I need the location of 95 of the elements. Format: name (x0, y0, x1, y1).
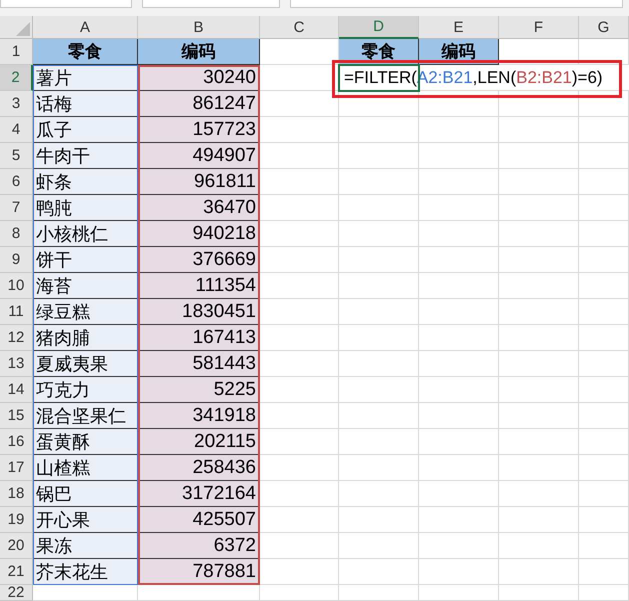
table-cell: 376669 (138, 247, 260, 273)
column-header[interactable]: A (33, 16, 138, 39)
row-header[interactable]: 5 (0, 143, 33, 169)
empty-cell (579, 533, 629, 559)
column-header[interactable]: D (339, 16, 419, 39)
table-cell: 芥末花生 (33, 559, 138, 585)
table-cell: 494907 (138, 143, 260, 169)
row-header[interactable]: 19 (0, 507, 33, 533)
table-cell: 341918 (138, 403, 260, 429)
table-cell: 36470 (138, 195, 260, 221)
column-header[interactable]: C (260, 16, 339, 39)
select-all-button[interactable] (0, 16, 33, 39)
table-cell: 果冻 (33, 533, 138, 559)
row-header[interactable]: 12 (0, 325, 33, 351)
table-cell: 蛋黄酥 (33, 429, 138, 455)
table-header-cell: 零食 (33, 39, 138, 65)
empty-cell (579, 403, 629, 429)
table-cell: 861247 (138, 91, 260, 117)
table-cell: 小核桃仁 (33, 221, 138, 247)
table-cell: 夏威夷果 (33, 351, 138, 377)
formula-bar[interactable] (290, 0, 623, 8)
row-header[interactable]: 15 (0, 403, 33, 429)
table-cell: 瓜子 (33, 117, 138, 143)
table-cell: 绿豆糕 (33, 299, 138, 325)
empty-cell (579, 143, 629, 169)
row-header[interactable]: 22 (0, 585, 33, 601)
name-box[interactable] (0, 0, 132, 8)
table-cell: 5225 (138, 377, 260, 403)
column-header[interactable]: G (579, 16, 629, 39)
table-cell: 961811 (138, 169, 260, 195)
row-header[interactable]: 18 (0, 481, 33, 507)
select-all-icon (16, 22, 30, 36)
table-cell: 3172164 (138, 481, 260, 507)
table-cell: 581443 (138, 351, 260, 377)
column-header[interactable]: E (419, 16, 499, 39)
row-header[interactable]: 17 (0, 455, 33, 481)
empty-cell (579, 247, 629, 273)
table-cell: 111354 (138, 273, 260, 299)
empty-cell (579, 91, 629, 117)
empty-cell (579, 221, 629, 247)
row-header[interactable]: 6 (0, 169, 33, 195)
row-header[interactable]: 8 (0, 221, 33, 247)
table-cell: 山楂糕 (33, 455, 138, 481)
table-cell: 虾条 (33, 169, 138, 195)
table-cell: 940218 (138, 221, 260, 247)
table-cell: 6372 (138, 533, 260, 559)
table-cell: 猪肉脯 (33, 325, 138, 351)
empty-cell (579, 117, 629, 143)
table-cell: 话梅 (33, 91, 138, 117)
empty-cell (579, 559, 629, 585)
row-header[interactable]: 2 (0, 65, 33, 91)
empty-cell (579, 299, 629, 325)
table-cell: 开心果 (33, 507, 138, 533)
row-header[interactable]: 20 (0, 533, 33, 559)
table-cell: 1830451 (138, 299, 260, 325)
table-cell: 海苔 (33, 273, 138, 299)
empty-cell (579, 429, 629, 455)
row-header[interactable]: 21 (0, 559, 33, 585)
empty-cell (579, 273, 629, 299)
table-cell: 饼干 (33, 247, 138, 273)
table-cell: 425507 (138, 507, 260, 533)
table-cell: 锅巴 (33, 481, 138, 507)
row-header[interactable]: 4 (0, 117, 33, 143)
empty-cell (579, 507, 629, 533)
row-header[interactable]: 3 (0, 91, 33, 117)
empty-cell (579, 377, 629, 403)
table-cell: 混合坚果仁 (33, 403, 138, 429)
row-header[interactable]: 7 (0, 195, 33, 221)
toolbar-field[interactable] (142, 0, 280, 8)
table-cell: 157723 (138, 117, 260, 143)
row-header[interactable]: 14 (0, 377, 33, 403)
row-header[interactable]: 16 (0, 429, 33, 455)
row-header[interactable]: 1 (0, 39, 33, 65)
empty-cell (579, 325, 629, 351)
row-header[interactable]: 10 (0, 273, 33, 299)
row-header[interactable]: 9 (0, 247, 33, 273)
table-cell: 巧克力 (33, 377, 138, 403)
empty-cell (579, 351, 629, 377)
table-header-cell: 编码 (138, 39, 260, 65)
empty-cell (579, 455, 629, 481)
empty-cell (579, 481, 629, 507)
table-cell: 202115 (138, 429, 260, 455)
empty-cell (579, 169, 629, 195)
row-header[interactable]: 11 (0, 299, 33, 325)
empty-cell (579, 195, 629, 221)
empty-cell (579, 585, 629, 601)
table-cell: 牛肉干 (33, 143, 138, 169)
table-cell: 鸭肫 (33, 195, 138, 221)
column-header[interactable]: B (138, 16, 260, 39)
table-cell: 薯片 (33, 65, 138, 91)
table-cell: 258436 (138, 455, 260, 481)
empty-cell (579, 39, 629, 65)
row-header[interactable]: 13 (0, 351, 33, 377)
column-header[interactable]: F (499, 16, 579, 39)
table-cell: 167413 (138, 325, 260, 351)
